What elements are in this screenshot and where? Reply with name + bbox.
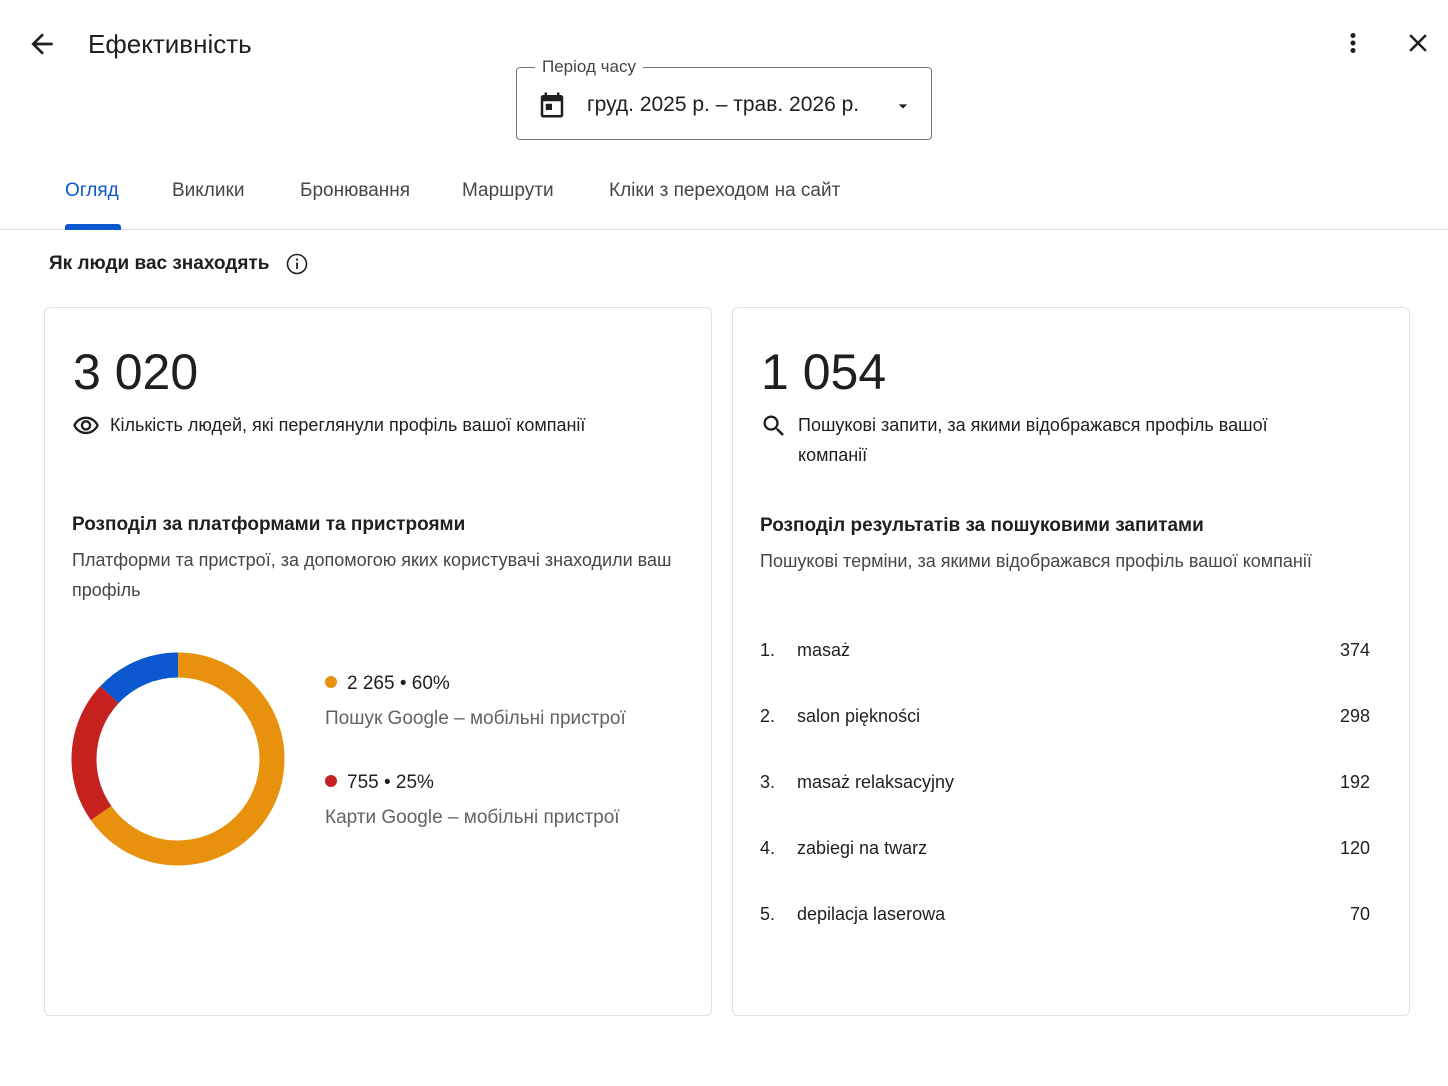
legend-dot-orange [325,676,337,688]
legend-dot-red [325,775,337,787]
query-term: masaż relaksacyjny [797,772,955,792]
calendar-icon [540,92,564,118]
query-rank: 5. [760,904,776,924]
tab-overview[interactable]: Огляд [65,160,119,230]
tab-directions[interactable]: Маршрути [462,160,554,230]
legend-maps-summary: 755 • 25% [347,772,434,793]
query-row: 5. depilacja laserowa 70 [760,899,1370,929]
query-count: 298 [1339,706,1370,726]
query-rank: 2. [760,706,776,726]
search-icon [763,415,784,436]
query-count: 70 [1349,904,1370,924]
query-row: 1. masaż 374 [760,635,1370,665]
query-row: 2. salon piękności 298 [760,701,1370,731]
searches-label: Пошукові запити, за якими відображався п… [798,415,1268,465]
query-breakdown-description: Пошукові терміни, за якими відображався … [760,551,1312,571]
query-term: depilacja laserowa [797,904,946,924]
period-label: Період часу [535,56,643,78]
query-rank: 3. [760,772,776,792]
period-value: груд. 2025 р. – трав. 2026 р. [587,93,860,116]
searches-total: 1 054 [761,344,887,400]
section-heading: Як люди вас знаходять [49,253,270,274]
tab-bar: Огляд Виклики Бронювання Маршрути Кліки … [0,160,1448,230]
more-options-button[interactable] [1338,28,1368,58]
query-count: 120 [1339,838,1370,858]
info-icon[interactable] [285,252,309,276]
query-term: masaż [797,640,851,660]
close-button[interactable] [1403,28,1433,58]
query-row: 3. masaż relaksacyjny 192 [760,767,1370,797]
platform-breakdown-title: Розподіл за платформами та пристроями [72,514,466,535]
arrow-back-icon [31,33,53,55]
legend-search-label: Пошук Google – мобільні пристрої [325,708,626,729]
legend-maps-label: Карти Google – мобільні пристрої [325,807,620,828]
query-breakdown-title: Розподіл результатів за пошуковими запит… [760,515,1204,536]
tab-calls[interactable]: Виклики [172,160,244,230]
profile-views-card: 3 020 Кількість людей, які переглянули п… [44,307,712,1016]
query-rank: 1. [760,640,776,660]
query-term: salon piękności [797,706,921,726]
query-term: zabiegi na twarz [797,838,928,858]
close-icon [1409,34,1427,52]
page-title: Ефективність [88,29,252,59]
platform-donut-chart [71,652,285,866]
dropdown-arrow-icon [898,104,908,109]
query-row: 4. zabiegi na twarz 120 [760,833,1370,863]
views-total: 3 020 [73,344,199,400]
tab-bookings[interactable]: Бронювання [300,160,410,230]
query-count: 374 [1339,640,1370,660]
search-queries-card: 1 054 Пошукові запити, за якими відображ… [732,307,1410,1016]
eye-icon [73,416,99,435]
period-select[interactable]: Період часу груд. 2025 р. – трав. 2026 р… [516,56,932,140]
views-label: Кількість людей, які переглянули профіль… [110,415,586,435]
legend-item-google-maps: 755 • 25% Карти Google – мобільні пристр… [325,769,685,832]
query-rank: 4. [760,838,776,858]
active-tab-indicator [65,224,121,230]
query-count: 192 [1339,772,1370,792]
legend-item-google-search: 2 265 • 60% Пошук Google – мобільні прис… [325,670,685,733]
more-vert-icon [1350,33,1356,53]
top-bar: Ефективність Період часу груд. 2025 р. –… [0,0,1448,150]
tab-website-clicks[interactable]: Кліки з переходом на сайт [609,160,840,230]
back-button[interactable] [26,28,58,60]
platform-breakdown-description: Платформи та пристрої, за допомогою яких… [72,550,672,600]
legend-search-summary: 2 265 • 60% [347,673,450,694]
